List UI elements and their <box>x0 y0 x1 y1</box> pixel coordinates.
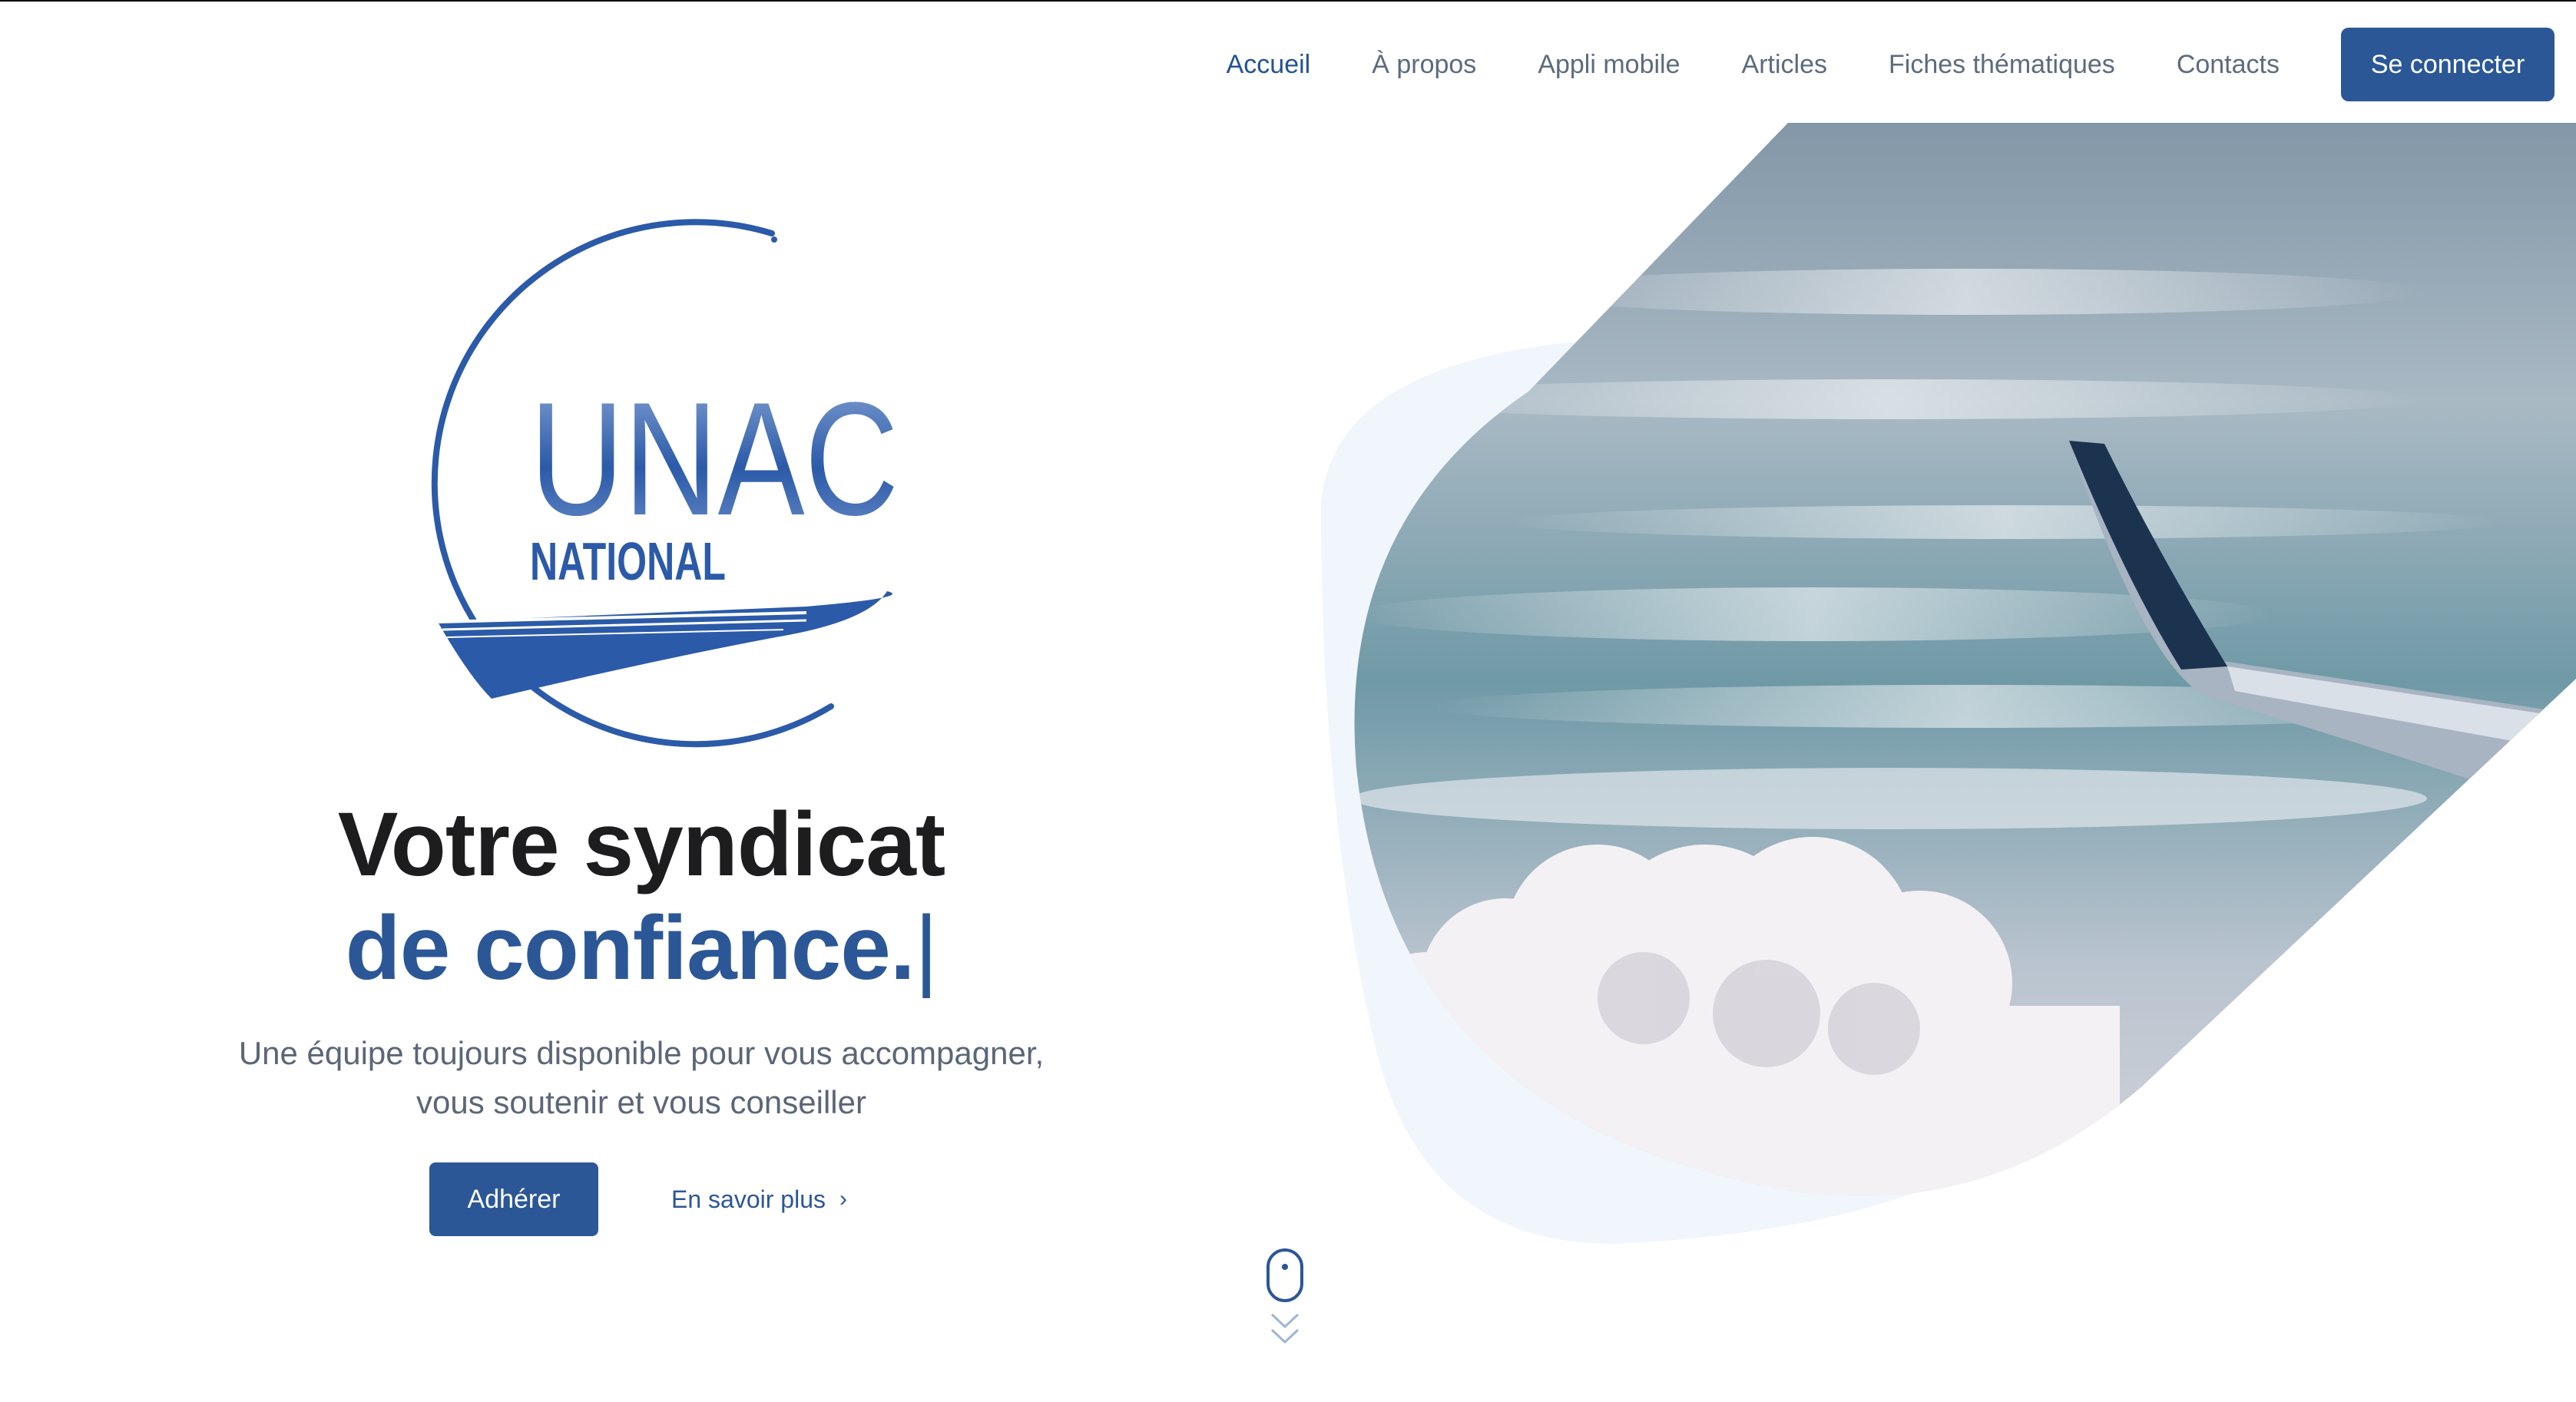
hero-image <box>1321 123 2576 1244</box>
hero-subtitle-line-2: vous soutenir et vous conseiller <box>416 1084 866 1120</box>
learn-more-label: En savoir plus <box>671 1185 826 1213</box>
unac-logo: UNAC NATIONAL <box>431 219 899 748</box>
chevron-right-icon: › <box>839 1186 847 1212</box>
headline-line-2-text: de confiance. <box>345 898 916 999</box>
landing-page: Accueil À propos Appli mobile Articles F… <box>0 2 2576 1402</box>
learn-more-link[interactable]: En savoir plus › <box>671 1162 847 1236</box>
logo-title: UNAC <box>530 369 899 549</box>
main-nav: Accueil À propos Appli mobile Articles F… <box>1227 28 2554 101</box>
headline-line-2: de confiance.| <box>154 896 1129 1000</box>
nav-item-fiches-thematiques[interactable]: Fiches thématiques <box>1889 50 2115 80</box>
nav-item-contacts[interactable]: Contacts <box>2177 50 2280 80</box>
logo-wing <box>438 591 892 699</box>
adherer-button[interactable]: Adhérer <box>429 1162 598 1236</box>
nav-item-a-propos[interactable]: À propos <box>1372 50 1476 80</box>
nav-item-articles[interactable]: Articles <box>1742 50 1827 80</box>
headline-line-1: Votre syndicat <box>337 794 945 895</box>
hero-subtitle-line-1: Une équipe toujours disponible pour vous… <box>238 1035 1045 1071</box>
typing-cursor: | <box>914 898 939 999</box>
mouse-scroll-icon[interactable] <box>1266 1248 1306 1356</box>
logo-subtitle: NATIONAL <box>530 531 726 591</box>
login-button[interactable]: Se connecter <box>2341 28 2554 101</box>
hero-subtitle: Une équipe toujours disponible pour vous… <box>154 1029 1129 1127</box>
nav-item-appli-mobile[interactable]: Appli mobile <box>1538 50 1680 80</box>
nav-item-accueil[interactable]: Accueil <box>1227 50 1311 80</box>
